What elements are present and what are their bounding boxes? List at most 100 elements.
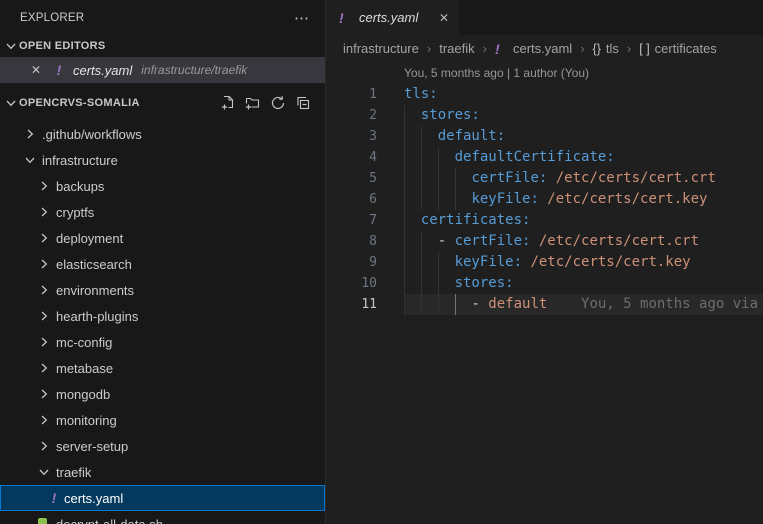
tree-item--github-workflows[interactable]: .github/workflows bbox=[0, 121, 325, 147]
tree-item-monitoring[interactable]: monitoring bbox=[0, 407, 325, 433]
tab-certs-yaml[interactable]: ! certs.yaml ✕ bbox=[326, 0, 459, 35]
breadcrumb-item-infrastructure[interactable]: infrastructure bbox=[343, 41, 419, 56]
close-icon[interactable]: ✕ bbox=[439, 11, 449, 25]
code-line-8[interactable]: 8 - certFile: /etc/certs/cert.crt bbox=[326, 231, 763, 252]
chevron-right-icon bbox=[36, 256, 52, 272]
tree-item-certs-yaml[interactable]: !certs.yaml bbox=[0, 485, 325, 511]
workspace-header[interactable]: OPENCRVS-SOMALIA bbox=[0, 92, 325, 114]
indent-guide bbox=[455, 168, 456, 189]
tree-item-server-setup[interactable]: server-setup bbox=[0, 433, 325, 459]
open-editors-header[interactable]: OPEN EDITORS bbox=[0, 35, 325, 57]
tree-item-traefik[interactable]: traefik bbox=[0, 459, 325, 485]
tree-item-label: environments bbox=[56, 283, 134, 298]
chevron-right-icon bbox=[36, 178, 52, 194]
collapse-all-icon[interactable] bbox=[295, 95, 311, 111]
chevron-right-icon bbox=[36, 204, 52, 220]
token-plain bbox=[404, 212, 421, 228]
token-val: default bbox=[488, 296, 547, 312]
tree-item-label: cryptfs bbox=[56, 205, 94, 220]
chevron-right-icon bbox=[36, 360, 52, 376]
code-line-11[interactable]: 11 - defaultYou, 5 months ago via bbox=[326, 294, 763, 315]
code-line-1[interactable]: 1tls: bbox=[326, 84, 763, 105]
breadcrumb-item-tls[interactable]: {}tls bbox=[593, 41, 619, 56]
chevron-right-icon bbox=[36, 334, 52, 350]
line-number: 9 bbox=[326, 252, 404, 273]
token-plain bbox=[404, 149, 455, 165]
token-key: certFile: bbox=[471, 170, 547, 186]
tree-item-elasticsearch[interactable]: elasticsearch bbox=[0, 251, 325, 277]
indent-guide bbox=[404, 168, 405, 189]
chevron-down-icon bbox=[22, 152, 38, 168]
file-tree: .github/workflows infrastructure backups cr… bbox=[0, 114, 325, 524]
indent-guide bbox=[421, 189, 422, 210]
chevron-down-icon bbox=[3, 95, 19, 111]
refresh-icon[interactable] bbox=[270, 95, 286, 111]
code-line-5[interactable]: 5 certFile: /etc/certs/cert.crt bbox=[326, 168, 763, 189]
tree-item-label: decrypt-all-data.sh bbox=[56, 517, 163, 524]
code-line-9[interactable]: 9 keyFile: /etc/certs/cert.key bbox=[326, 252, 763, 273]
breadcrumb-label: tls bbox=[606, 41, 619, 56]
token-punct: - bbox=[471, 296, 488, 312]
open-editor-item-certs-yaml[interactable]: ✕ ! certs.yaml infrastructure/traefik bbox=[0, 57, 325, 83]
line-content: tls: bbox=[404, 84, 763, 105]
tree-item-mc-config[interactable]: mc-config bbox=[0, 329, 325, 355]
indent-guide bbox=[455, 189, 456, 210]
breadcrumb-item-certificates[interactable]: [ ]certificates bbox=[639, 41, 717, 56]
tree-item-label: monitoring bbox=[56, 413, 117, 428]
close-icon[interactable]: ✕ bbox=[31, 63, 51, 77]
tree-item-hearth-plugins[interactable]: hearth-plugins bbox=[0, 303, 325, 329]
code-line-10[interactable]: 10 stores: bbox=[326, 273, 763, 294]
breadcrumb-label: certificates bbox=[655, 41, 717, 56]
tree-item-deployment[interactable]: deployment bbox=[0, 225, 325, 251]
code-line-4[interactable]: 4 defaultCertificate: bbox=[326, 147, 763, 168]
line-number: 1 bbox=[326, 84, 404, 105]
breadcrumb-separator-icon: › bbox=[427, 41, 431, 56]
yaml-file-icon: ! bbox=[339, 10, 352, 26]
tree-item-mongodb[interactable]: mongodb bbox=[0, 381, 325, 407]
tree-item-metabase[interactable]: metabase bbox=[0, 355, 325, 381]
line-number: 11 bbox=[326, 294, 404, 315]
workspace-label: OPENCRVS-SOMALIA bbox=[19, 97, 140, 109]
more-actions-icon[interactable]: ⋯ bbox=[294, 9, 311, 27]
tree-item-decrypt-all-data-sh[interactable]: decrypt-all-data.sh bbox=[0, 511, 325, 524]
token-val: /etc/certs/cert.key bbox=[522, 254, 691, 270]
token-key: certFile: bbox=[455, 233, 531, 249]
open-editor-file-name: certs.yaml bbox=[73, 63, 132, 78]
indent-guide bbox=[404, 126, 405, 147]
code-editor[interactable]: You, 5 months ago | 1 author (You) 1tls:… bbox=[326, 62, 763, 524]
indent-guide bbox=[404, 231, 405, 252]
shell-file-icon bbox=[38, 518, 47, 524]
indent-guide bbox=[438, 147, 439, 168]
tree-item-infrastructure[interactable]: infrastructure bbox=[0, 147, 325, 173]
code-line-7[interactable]: 7 certificates: bbox=[326, 210, 763, 231]
breadcrumb-item-traefik[interactable]: traefik bbox=[439, 41, 474, 56]
tree-item-backups[interactable]: backups bbox=[0, 173, 325, 199]
tree-item-cryptfs[interactable]: cryptfs bbox=[0, 199, 325, 225]
chevron-right-icon bbox=[22, 126, 38, 142]
gitlens-codelens[interactable]: You, 5 months ago | 1 author (You) bbox=[326, 62, 763, 84]
breadcrumb-label: infrastructure bbox=[343, 41, 419, 56]
tree-item-label: certs.yaml bbox=[64, 491, 123, 506]
indent-guide bbox=[438, 189, 439, 210]
tree-item-label: infrastructure bbox=[42, 153, 118, 168]
token-key: defaultCertificate: bbox=[455, 149, 615, 165]
new-file-icon[interactable] bbox=[220, 95, 236, 111]
token-val: /etc/certs/cert.crt bbox=[547, 170, 716, 186]
explorer-title: EXPLORER bbox=[20, 12, 84, 24]
breadcrumb-item-certs-yaml[interactable]: !certs.yaml bbox=[495, 41, 572, 57]
code-line-2[interactable]: 2 stores: bbox=[326, 105, 763, 126]
indent-guide bbox=[438, 294, 439, 315]
yaml-file-icon: ! bbox=[51, 62, 67, 78]
code-line-3[interactable]: 3 default: bbox=[326, 126, 763, 147]
chevron-right-icon bbox=[36, 412, 52, 428]
tree-item-environments[interactable]: environments bbox=[0, 277, 325, 303]
indent-guide bbox=[421, 273, 422, 294]
code-line-6[interactable]: 6 keyFile: /etc/certs/cert.key bbox=[326, 189, 763, 210]
token-val: /etc/certs/cert.crt bbox=[530, 233, 699, 249]
line-content: stores: bbox=[404, 105, 763, 126]
new-folder-icon[interactable] bbox=[245, 95, 261, 111]
indent-guide bbox=[404, 189, 405, 210]
tab-bar: ! certs.yaml ✕ bbox=[326, 0, 763, 35]
token-key: keyFile: bbox=[455, 254, 522, 270]
indent-guide bbox=[438, 252, 439, 273]
